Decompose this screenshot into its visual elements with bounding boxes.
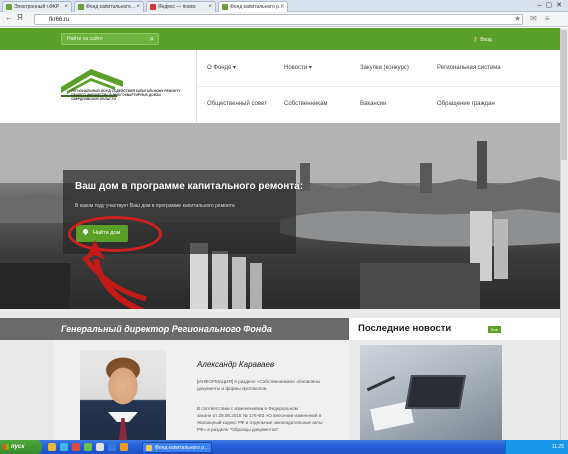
close-icon[interactable]: × <box>208 2 212 12</box>
director-text-line: РФ» в разделе "Образцы документов" <box>197 427 279 432</box>
quick-launch-icon[interactable] <box>84 443 92 451</box>
all-news-button[interactable]: Все <box>488 326 501 333</box>
browser-icon <box>146 445 152 451</box>
key-icon: ⚷ <box>473 37 478 43</box>
start-button[interactable]: пуск <box>0 440 42 454</box>
quick-launch-icon[interactable] <box>120 443 128 451</box>
extension-icon[interactable]: ✉ <box>530 14 537 23</box>
tab-favicon-icon <box>150 4 156 10</box>
quick-launch-icon[interactable] <box>108 443 116 451</box>
menu-item-appeals[interactable]: Обращение граждан <box>437 86 495 122</box>
menu-item-news[interactable]: Новости ▾ <box>284 50 312 86</box>
close-icon[interactable]: × <box>64 2 68 12</box>
start-label: пуск <box>11 444 25 450</box>
director-text-line: Жилищный кодекс РФ и отдельные законодат… <box>197 420 323 425</box>
search-icon[interactable]: ⌕ <box>150 33 154 44</box>
login-label: Вход <box>480 37 492 43</box>
director-heading: Генеральный директор Регионального Фонда <box>61 324 272 334</box>
hero-subtitle: В каком году участвует Ваш дом в програм… <box>75 203 235 209</box>
menu-item-regional-system[interactable]: Региональная система <box>437 50 501 86</box>
taskbar-window-label: Фонд капитального р… <box>155 445 209 451</box>
browser-tab[interactable]: Электронный г.ФКР × <box>2 1 72 12</box>
window-controls[interactable]: –▢✕ <box>538 1 566 9</box>
taskbar-window-button[interactable]: Фонд капитального р… <box>142 442 212 453</box>
tab-label: Электронный г.ФКР <box>14 4 60 10</box>
director-text-line: В соответствии с изменениями в Федеральн… <box>197 406 298 411</box>
star-icon[interactable]: ★ <box>514 14 521 23</box>
menu-item-owners[interactable]: Собственникам <box>284 86 327 122</box>
menu-item-procurement[interactable]: Закупки (конкурс) <box>360 50 409 86</box>
scrollbar-thumb[interactable] <box>561 30 567 160</box>
news-heading: Последние новости <box>358 323 452 334</box>
tab-favicon-icon <box>6 4 12 10</box>
browser-tab-active[interactable]: Фонд капитального р… × <box>218 1 288 12</box>
close-icon[interactable]: × <box>280 2 284 12</box>
nav-buttons[interactable]: ←Я <box>5 13 27 22</box>
tab-favicon-icon <box>222 4 228 10</box>
system-tray: 11:25 <box>505 440 568 454</box>
news-image-laptop <box>405 375 466 409</box>
logo-text: Региональный фонд содействия капитальном… <box>71 89 181 101</box>
menu-item-public-council[interactable]: Общественный совет <box>207 86 267 122</box>
quick-launch-icon[interactable] <box>60 443 68 451</box>
browser-tab[interactable]: Яндекс — поиск × <box>146 1 216 12</box>
quick-launch-icon[interactable] <box>48 443 56 451</box>
site-search-input[interactable]: Найти на сайте ⌕ <box>61 33 159 45</box>
clock: 11:25 <box>551 444 564 450</box>
search-placeholder: Найти на сайте <box>67 36 103 42</box>
url-input[interactable]: fkr66.ru <box>34 14 523 25</box>
quick-launch-icon[interactable] <box>96 443 104 451</box>
tab-label: Фонд капитального р… <box>230 4 284 10</box>
quick-launch-icon[interactable] <box>72 443 80 451</box>
director-name: Александр Караваев <box>197 360 275 369</box>
menu-item-vacancies[interactable]: Вакансии <box>360 86 386 122</box>
director-text-line: [ИНФОРМАЦИЯ] в разделе «Собственникам» о… <box>197 379 321 384</box>
windows-logo-icon <box>3 444 9 450</box>
login-link[interactable]: ⚷ Вход <box>473 36 492 43</box>
url-text: fkr66.ru <box>49 17 70 23</box>
tab-label: Яндекс — поиск <box>158 4 196 10</box>
close-icon[interactable]: × <box>136 2 140 12</box>
browser-tab[interactable]: Фонд капитального… × <box>74 1 144 12</box>
director-text-line: документы и формы протоколов. <box>197 386 268 391</box>
menu-item-about[interactable]: О Фонде ▾ <box>207 50 236 86</box>
hero-title: Ваш дом в программе капитального ремонта… <box>75 181 304 192</box>
tab-favicon-icon <box>78 4 84 10</box>
menu-icon[interactable]: ≡ <box>545 14 550 23</box>
tab-label: Фонд капитального… <box>86 4 136 10</box>
director-text-line: законе от 29.06.2015 № 176-ФЗ «О внесени… <box>197 413 322 418</box>
